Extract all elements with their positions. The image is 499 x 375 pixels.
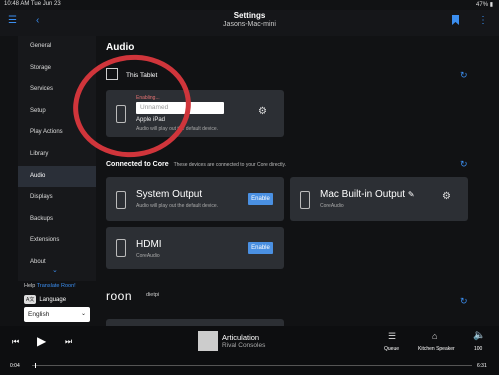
settings-gear-icon[interactable]: ⚙ <box>258 106 267 117</box>
battery-percent: 47% <box>476 2 489 8</box>
connected-heading-label: Connected to Core <box>106 161 169 168</box>
roon-logo: roon <box>106 289 133 303</box>
system-output-card: System Output Audio will play out the de… <box>106 177 284 221</box>
refresh-icon[interactable]: ↻ <box>460 296 468 307</box>
track-title[interactable]: Articulation <box>222 333 259 342</box>
queue-icon[interactable]: ☰ <box>388 331 396 342</box>
sidebar-item-library[interactable]: Library <box>18 144 96 166</box>
help-prefix: Help <box>24 283 36 289</box>
status-bar: 10:48 AM Tue Jun 23 47% ▮ <box>0 0 499 10</box>
chevron-down-icon: ⌄ <box>80 311 86 317</box>
zone-label[interactable]: Kitchen Speaker <box>418 346 455 352</box>
sidebar-item-audio[interactable]: Audio <box>18 165 96 188</box>
mac-output-card: Mac Built-in Output ✎ CoreAudio ⚙ <box>290 177 468 221</box>
enable-system-output-button[interactable]: Enable <box>248 193 273 205</box>
total-time: 6:31 <box>477 363 487 369</box>
scroll-down-chevron-icon[interactable]: ⌄ <box>52 266 58 274</box>
zone-speaker-icon[interactable]: ⌂ <box>432 331 437 341</box>
page-title: Settings <box>233 11 266 20</box>
hdmi-name: HDMI <box>136 239 162 250</box>
system-output-desc: Audio will play out the default device. <box>136 203 218 209</box>
roon-host: dietpi <box>146 292 160 298</box>
help-text: Help Translate Roon! <box>24 283 76 289</box>
now-playing-bar: ⏮ ▶ ⏭ Articulation Rival Consoles ☰ Queu… <box>0 326 499 375</box>
volume-level[interactable]: 100 <box>474 346 482 352</box>
settings-sidebar: General Storage Services Setup Play Acti… <box>18 36 96 281</box>
hdmi-desc: CoreAudio <box>136 253 160 259</box>
section-title: Audio <box>106 42 135 53</box>
elapsed-time: 0:04 <box>10 363 20 369</box>
track-artist[interactable]: Rival Consoles <box>222 342 265 349</box>
bookmark-icon[interactable] <box>452 15 459 29</box>
connected-heading: Connected to Core These devices are conn… <box>106 161 286 168</box>
refresh-icon[interactable]: ↻ <box>460 159 468 170</box>
enable-hdmi-button[interactable]: Enable <box>248 242 273 254</box>
system-output-name: System Output <box>136 189 203 200</box>
album-art[interactable] <box>198 331 218 351</box>
previous-track-icon[interactable]: ⏮ <box>12 337 19 347</box>
language-icon: A文 <box>24 295 37 304</box>
sidebar-item-general[interactable]: General <box>18 36 96 58</box>
settings-gear-icon[interactable]: ⚙ <box>442 191 451 202</box>
edit-pencil-icon[interactable]: ✎ <box>408 190 415 199</box>
speaker-device-icon <box>300 191 310 209</box>
sidebar-item-backups[interactable]: Backups <box>18 209 96 231</box>
connected-note: These devices are connected to your Core… <box>173 162 287 168</box>
sidebar-item-extensions[interactable]: Extensions <box>18 230 96 252</box>
language-label: Language <box>39 297 67 303</box>
language-value: English <box>28 311 50 318</box>
mac-output-name: Mac Built-in Output <box>320 189 406 200</box>
mac-output-desc: CoreAudio <box>320 203 344 209</box>
hdmi-card: HDMI CoreAudio Enable <box>106 227 284 269</box>
volume-icon[interactable]: 🔈 <box>473 330 485 341</box>
sidebar-item-displays[interactable]: Displays <box>18 187 96 209</box>
translate-roon-link[interactable]: Translate Roon! <box>37 283 76 289</box>
status-time: 10:48 AM Tue Jun 23 <box>4 1 61 7</box>
progress-track[interactable] <box>32 363 472 368</box>
play-icon[interactable]: ▶ <box>37 334 46 348</box>
more-vertical-icon[interactable]: ⋮ <box>478 15 488 27</box>
next-track-icon[interactable]: ⏭ <box>65 337 72 347</box>
speaker-device-icon <box>116 239 126 257</box>
queue-label[interactable]: Queue <box>384 346 399 352</box>
top-bar: ☰ ‹ Settings Jasons-Mac-mini ⋮ <box>0 10 499 36</box>
battery-indicator: 47% ▮ <box>476 2 493 8</box>
page-subtitle: Jasons-Mac-mini <box>223 21 276 28</box>
language-row: A文 Language <box>24 295 66 304</box>
refresh-icon[interactable]: ↻ <box>460 70 468 81</box>
language-select[interactable]: English ⌄ <box>24 307 90 322</box>
speaker-device-icon <box>116 191 126 209</box>
progress-handle[interactable] <box>35 363 36 368</box>
